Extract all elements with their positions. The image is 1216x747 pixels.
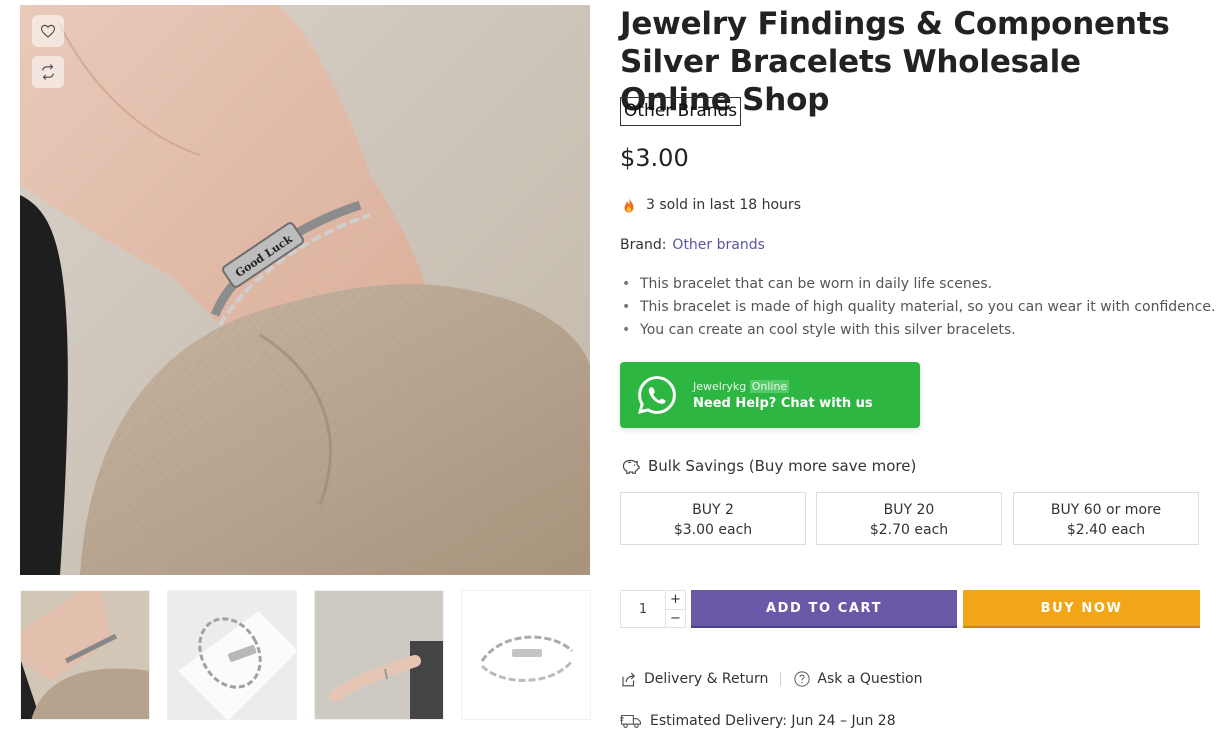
product-price: $3.00 — [620, 144, 689, 172]
sold-text: 3 sold in last 18 hours — [646, 197, 801, 213]
brand-line: Brand: Other brands — [620, 237, 765, 253]
estimated-delivery: Estimated Delivery: Jun 24 – Jun 28 — [620, 712, 896, 730]
sold-counter: 3 sold in last 18 hours — [620, 196, 801, 214]
ask-question-label: Ask a Question — [817, 671, 923, 687]
bulk-tier-60[interactable]: BUY 60 or more $2.40 each — [1013, 492, 1199, 545]
buy-now-button[interactable]: BUY NOW — [963, 590, 1200, 628]
whatsapp-icon — [637, 376, 676, 415]
brand-label: Brand: — [620, 237, 667, 253]
thumbnail-4[interactable] — [461, 590, 591, 720]
main-product-image[interactable]: Good Luck — [20, 5, 590, 575]
chat-cta: Need Help? Chat with us — [693, 395, 873, 411]
agent-line: Jewelrykg Online — [693, 379, 873, 393]
feature-item: You can create an cool style with this s… — [620, 319, 1215, 342]
brand-badge[interactable]: Other Brands — [620, 97, 742, 126]
piggy-bank-icon — [622, 459, 640, 474]
question-icon — [794, 671, 811, 687]
quantity-decrease-button[interactable]: − — [666, 608, 685, 628]
bracelet-photo: Good Luck — [20, 5, 590, 575]
delivery-return-link[interactable]: Delivery & Return — [620, 670, 768, 688]
add-to-cart-button[interactable]: ADD TO CART — [691, 590, 957, 628]
online-status: Online — [749, 379, 790, 393]
brand-link[interactable]: Other brands — [672, 237, 764, 253]
ask-question-link[interactable]: Ask a Question — [793, 670, 922, 688]
tier-price: $2.40 each — [1066, 522, 1146, 538]
quantity-increase-button[interactable]: + — [666, 591, 685, 609]
thumbnail-strip — [20, 590, 592, 720]
bulk-title-text: Bulk Savings (Buy more save more) — [648, 457, 917, 475]
tier-qty: BUY 60 or more — [1050, 502, 1162, 518]
tier-qty: BUY 20 — [883, 502, 935, 518]
heart-icon — [40, 24, 56, 38]
thumbnail-2[interactable] — [167, 590, 297, 720]
tier-qty: BUY 2 — [692, 502, 734, 518]
estimated-delivery-text: Estimated Delivery: Jun 24 – Jun 28 — [650, 713, 896, 729]
tier-price: $2.70 each — [869, 522, 949, 538]
feature-list: This bracelet that can be worn in daily … — [620, 273, 1215, 342]
bulk-tier-20[interactable]: BUY 20 $2.70 each — [816, 492, 1002, 545]
compare-button[interactable] — [32, 56, 64, 88]
tier-price: $3.00 each — [673, 522, 753, 538]
truck-icon — [620, 714, 641, 728]
feature-item: This bracelet that can be worn in daily … — [620, 273, 1215, 296]
quantity-stepper: 1 + − — [620, 590, 686, 628]
product-links: Delivery & Return Ask a Question — [620, 670, 922, 688]
bulk-tier-2[interactable]: BUY 2 $3.00 each — [620, 492, 806, 545]
share-icon — [622, 672, 636, 687]
divider — [780, 672, 782, 686]
wishlist-button[interactable] — [32, 15, 64, 47]
quantity-input[interactable]: 1 — [621, 591, 665, 627]
feature-item: This bracelet is made of high quality ma… — [620, 296, 1215, 319]
whatsapp-chat-button[interactable]: Jewelrykg Online Need Help? Chat with us — [620, 362, 920, 428]
thumbnail-1[interactable] — [20, 590, 150, 720]
agent-name: Jewelrykg — [693, 379, 747, 393]
delivery-return-label: Delivery & Return — [644, 671, 769, 687]
bulk-savings-heading: Bulk Savings (Buy more save more) — [620, 457, 916, 475]
fire-icon — [624, 197, 634, 213]
thumbnail-3[interactable] — [314, 590, 444, 720]
refresh-icon — [42, 64, 54, 80]
